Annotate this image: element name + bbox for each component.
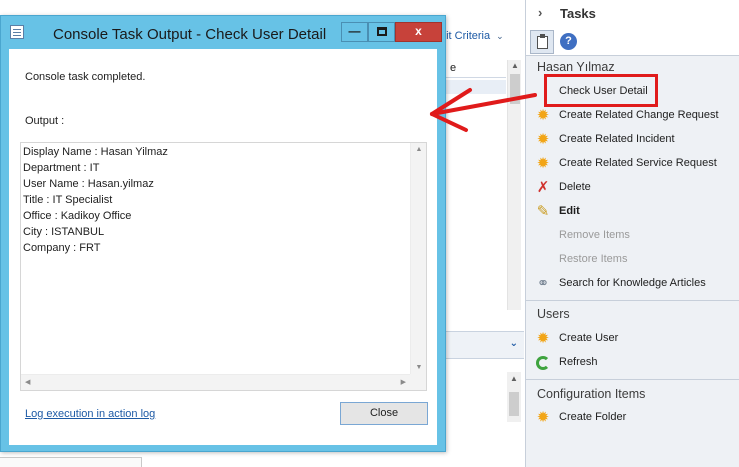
- log-execution-link[interactable]: Log execution in action log: [25, 408, 155, 420]
- task-label: Restore Items: [559, 253, 628, 265]
- task-label[interactable]: Create Related Service Request: [559, 157, 717, 169]
- task-edit[interactable]: ✎ Edit: [534, 201, 732, 223]
- delete-x-icon: ✗: [536, 179, 550, 196]
- task-refresh[interactable]: Refresh: [534, 352, 732, 374]
- task-create-related-change-request[interactable]: ✹ Create Related Change Request: [534, 105, 732, 127]
- completed-message: Console task completed.: [25, 71, 146, 83]
- output-line: City : ISTANBUL: [23, 226, 105, 238]
- refresh-icon: [534, 354, 552, 372]
- scroll-left-icon[interactable]: ◀: [25, 378, 30, 386]
- task-label[interactable]: Edit: [559, 205, 580, 217]
- link-icon: ⚭: [536, 275, 550, 292]
- scrollbar-thumb[interactable]: [509, 392, 519, 416]
- output-text[interactable]: Display Name : Hasan Yilmaz Department :…: [23, 144, 408, 256]
- output-line: Department : IT: [23, 162, 100, 174]
- section-divider: [526, 379, 739, 380]
- sun-icon: ✹: [536, 107, 550, 124]
- scroll-up-icon[interactable]: ▲: [508, 60, 522, 72]
- collapse-chevron-icon[interactable]: ⌄: [510, 338, 518, 349]
- maximize-button[interactable]: [368, 22, 395, 42]
- tasks-pane: › Tasks ? Hasan Yılmaz Check User Detail…: [525, 0, 739, 467]
- tasks-header[interactable]: › Tasks: [526, 0, 739, 28]
- output-horizontal-scrollbar[interactable]: ◀ ▶: [21, 374, 410, 390]
- window-close-button[interactable]: x: [395, 22, 442, 42]
- section-title-configuration-items: Configuration Items: [537, 387, 646, 401]
- task-delete[interactable]: ✗ Delete: [534, 177, 732, 199]
- folder-new-icon: ✹: [536, 409, 550, 426]
- section-divider: [526, 300, 739, 301]
- task-create-folder[interactable]: ✹ Create Folder: [534, 407, 732, 429]
- output-line: Company : FRT: [23, 242, 101, 254]
- output-line: User Name : Hasan.yilmaz: [23, 178, 154, 190]
- list-scrollbar[interactable]: ▲: [507, 60, 521, 310]
- scrollbar-thumb[interactable]: [510, 74, 520, 104]
- maximize-icon: [376, 27, 387, 36]
- window-icon: [10, 25, 24, 39]
- close-button[interactable]: Close: [340, 402, 428, 425]
- task-label[interactable]: Create Related Change Request: [559, 109, 719, 121]
- help-icon[interactable]: ?: [560, 33, 577, 50]
- status-strip: [0, 457, 142, 467]
- pencil-icon: ✎: [536, 203, 550, 220]
- chevron-down-icon[interactable]: ⌄: [496, 31, 504, 41]
- expand-chevron-icon[interactable]: ›: [538, 5, 542, 20]
- console-task-output-dialog: Console Task Output - Check User Detail …: [0, 15, 446, 452]
- check-user-detail-highlight: [544, 74, 658, 107]
- dialog-body: Console task completed. Output : Display…: [9, 49, 437, 445]
- task-label[interactable]: Create Folder: [559, 411, 626, 423]
- scroll-up-icon[interactable]: ▲: [507, 374, 521, 383]
- tasks-title: Tasks: [560, 6, 596, 21]
- output-label: Output :: [25, 115, 65, 127]
- task-restore-items: Restore Items: [534, 249, 732, 271]
- section-title-users: Users: [537, 307, 570, 321]
- output-line: Title : IT Specialist: [23, 194, 113, 206]
- output-vertical-scrollbar[interactable]: ▲ ▼: [410, 143, 426, 374]
- dialog-title: Console Task Output - Check User Detail: [53, 26, 327, 43]
- clipboard-icon[interactable]: [530, 30, 554, 54]
- column-header-fragment[interactable]: e: [446, 60, 506, 78]
- scroll-up-icon[interactable]: ▲: [411, 146, 427, 153]
- task-label[interactable]: Create User: [559, 332, 618, 344]
- task-search-knowledge-articles[interactable]: ⚭ Search for Knowledge Articles: [534, 273, 732, 295]
- selected-row-fragment[interactable]: [446, 80, 506, 94]
- scroll-down-icon[interactable]: ▼: [411, 364, 427, 371]
- task-remove-items: Remove Items: [534, 225, 732, 247]
- task-label[interactable]: Refresh: [559, 356, 598, 368]
- task-label[interactable]: Search for Knowledge Articles: [559, 277, 706, 289]
- edit-criteria-link[interactable]: dit Criteria ⌄: [440, 30, 504, 42]
- output-line: Office : Kadikoy Office: [23, 210, 132, 222]
- task-label[interactable]: Delete: [559, 181, 591, 193]
- scroll-right-icon[interactable]: ▶: [401, 378, 406, 386]
- output-line: Display Name : Hasan Yilmaz: [23, 146, 168, 158]
- sun-icon: ✹: [536, 131, 550, 148]
- sun-icon: ✹: [536, 330, 550, 347]
- task-create-related-incident[interactable]: ✹ Create Related Incident: [534, 129, 732, 151]
- sun-icon: ✹: [536, 155, 550, 172]
- tasks-toolbar: ?: [526, 28, 739, 56]
- task-create-user[interactable]: ✹ Create User: [534, 328, 732, 350]
- minimize-button[interactable]: —: [341, 22, 368, 42]
- scrollbar-corner: [410, 374, 426, 390]
- section-title-item: Hasan Yılmaz: [537, 60, 615, 74]
- task-label[interactable]: Create Related Incident: [559, 133, 675, 145]
- output-textbox[interactable]: Display Name : Hasan Yilmaz Department :…: [20, 142, 427, 391]
- task-create-related-service-request[interactable]: ✹ Create Related Service Request: [534, 153, 732, 175]
- details-scrollbar[interactable]: ▲: [507, 372, 521, 422]
- edit-criteria-label[interactable]: dit Criteria: [440, 30, 490, 42]
- details-pane-header[interactable]: ⌄: [446, 331, 524, 359]
- task-label: Remove Items: [559, 229, 630, 241]
